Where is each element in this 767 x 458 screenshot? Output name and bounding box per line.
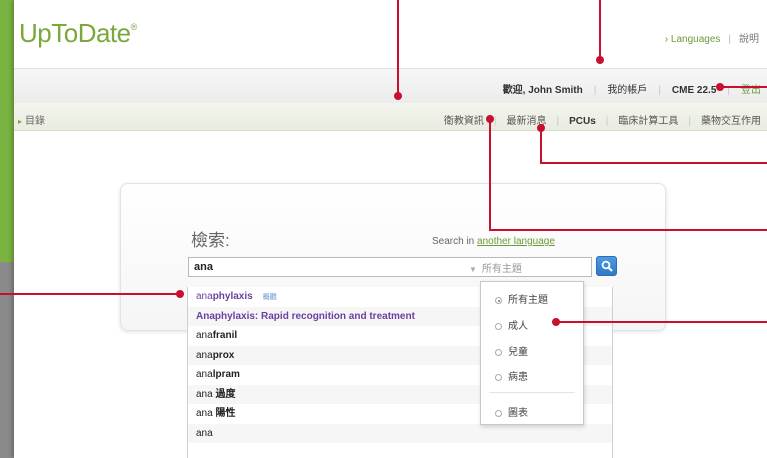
autocomplete-rest: lpram bbox=[212, 369, 240, 380]
autocomplete-tag: 概觀 bbox=[262, 294, 277, 301]
autocomplete-prefix: ana bbox=[196, 349, 213, 361]
my-account-link[interactable]: 我的帳戶 bbox=[607, 85, 647, 96]
divider: | bbox=[728, 34, 731, 45]
site-header: UpToDate® › Languages | 說明 bbox=[14, 0, 767, 68]
autocomplete-item[interactable]: ana bbox=[188, 423, 612, 443]
help-link[interactable]: 說明 bbox=[739, 34, 759, 45]
search-in-label: Search in bbox=[432, 236, 475, 247]
divider: | bbox=[593, 85, 597, 96]
callout-line-topic-filter bbox=[556, 321, 767, 323]
autocomplete-rest: prox bbox=[212, 349, 235, 361]
cme-credits-link[interactable]: CME 22.5 bbox=[672, 85, 716, 96]
callout-line-pcus-v bbox=[540, 127, 542, 163]
search-title: 檢索: bbox=[191, 231, 230, 250]
callout-dot-topic-filter bbox=[552, 318, 560, 326]
callout-line-my-account bbox=[599, 0, 601, 60]
callout-line-patient-info bbox=[397, 0, 399, 96]
callout-dot-my-account bbox=[596, 56, 604, 64]
nav-pcus[interactable]: PCUs bbox=[569, 116, 596, 127]
topic-select-value: 所有主題 bbox=[481, 264, 522, 275]
topic-option-label: 病患 bbox=[508, 372, 528, 383]
radio-icon bbox=[495, 410, 502, 417]
topic-option-label: 成人 bbox=[508, 321, 528, 332]
callout-dot-pcus bbox=[537, 124, 545, 132]
callout-line-autocomplete bbox=[0, 293, 180, 295]
divider: | bbox=[688, 116, 691, 127]
topic-option-patient[interactable]: 病患 bbox=[495, 368, 528, 383]
another-language-link[interactable]: another language bbox=[477, 236, 555, 247]
radio-icon bbox=[495, 374, 502, 381]
autocomplete-rest: 過度 bbox=[212, 388, 236, 400]
autocomplete-prefix: ana bbox=[196, 291, 213, 302]
logo-registered-mark: ® bbox=[130, 22, 138, 32]
callout-line-whats-new-v bbox=[489, 118, 491, 230]
callout-dot-autocomplete bbox=[176, 290, 184, 298]
autocomplete-prefix: ana bbox=[196, 427, 213, 439]
chevron-down-icon: ▼ bbox=[469, 265, 477, 274]
callout-dot-whats-new bbox=[486, 115, 494, 123]
autocomplete-rest: franil bbox=[212, 330, 238, 341]
radio-selected-icon bbox=[495, 297, 502, 304]
user-bar: 歡迎, John Smith | 我的帳戶 | CME 22.5 | 登出 bbox=[14, 68, 767, 104]
welcome-label: 歡迎, bbox=[502, 85, 526, 96]
nav-bar: ▸ 目錄 衛教資訊 | 最新消息 | PCUs | 臨床計算工具 | 藥物交互作用 bbox=[14, 103, 767, 131]
table-of-contents-link[interactable]: ▸ 目錄 bbox=[18, 112, 45, 127]
topic-option-label: 所有主題 bbox=[508, 295, 548, 306]
divider: | bbox=[658, 85, 661, 96]
search-icon bbox=[601, 260, 613, 272]
callout-dot-patient-info bbox=[394, 92, 402, 100]
logo-text: UpToDate bbox=[19, 18, 131, 48]
topic-option-pediatric[interactable]: 兒童 bbox=[495, 343, 528, 358]
autocomplete-prefix: ana bbox=[196, 408, 213, 419]
search-input[interactable]: ana bbox=[188, 257, 592, 277]
nav-drug-interactions[interactable]: 藥物交互作用 bbox=[701, 116, 761, 127]
topic-dropdown-menu: 所有主題 成人 兒童 病患 圖表 bbox=[480, 281, 584, 425]
search-language-text: Search in another language bbox=[432, 236, 555, 247]
nav-patient-info[interactable]: 衛教資訊 bbox=[444, 116, 484, 127]
topic-option-label: 兒童 bbox=[508, 347, 528, 358]
top-links: › Languages | 說明 bbox=[665, 30, 759, 45]
autocomplete-prefix: ana bbox=[196, 388, 213, 400]
autocomplete-text: Anaphylaxis: Rapid recognition and treat… bbox=[196, 310, 415, 322]
autocomplete-prefix: ana bbox=[196, 369, 213, 380]
autocomplete-prefix: ana bbox=[196, 330, 213, 341]
search-button[interactable] bbox=[596, 256, 617, 276]
divider bbox=[489, 392, 575, 393]
autocomplete-rest: 陽性 bbox=[212, 408, 236, 419]
callout-line-cme bbox=[720, 86, 767, 88]
user-name: John Smith bbox=[528, 85, 583, 96]
radio-icon bbox=[495, 323, 502, 330]
topic-option-adult[interactable]: 成人 bbox=[495, 317, 528, 332]
toc-label: 目錄 bbox=[25, 116, 46, 127]
chevron-right-icon: ▸ bbox=[18, 117, 23, 126]
callout-line-pcus-h bbox=[540, 162, 767, 164]
nav-calculators[interactable]: 臨床計算工具 bbox=[618, 116, 678, 127]
autocomplete-rest: phylaxis bbox=[212, 291, 253, 302]
topic-option-all[interactable]: 所有主題 bbox=[495, 291, 548, 306]
languages-link[interactable]: › Languages bbox=[665, 34, 721, 45]
topic-select[interactable]: ▼ 所有主題 bbox=[469, 260, 522, 275]
radio-icon bbox=[495, 349, 502, 356]
topic-option-label: 圖表 bbox=[508, 408, 528, 419]
divider: | bbox=[493, 116, 497, 127]
divider: | bbox=[556, 116, 560, 127]
callout-line-whats-new-h bbox=[489, 229, 767, 231]
divider: | bbox=[605, 116, 609, 127]
uptodate-logo[interactable]: UpToDate® bbox=[19, 18, 137, 49]
callout-dot-cme bbox=[716, 83, 724, 91]
topic-option-graphics[interactable]: 圖表 bbox=[495, 404, 528, 419]
